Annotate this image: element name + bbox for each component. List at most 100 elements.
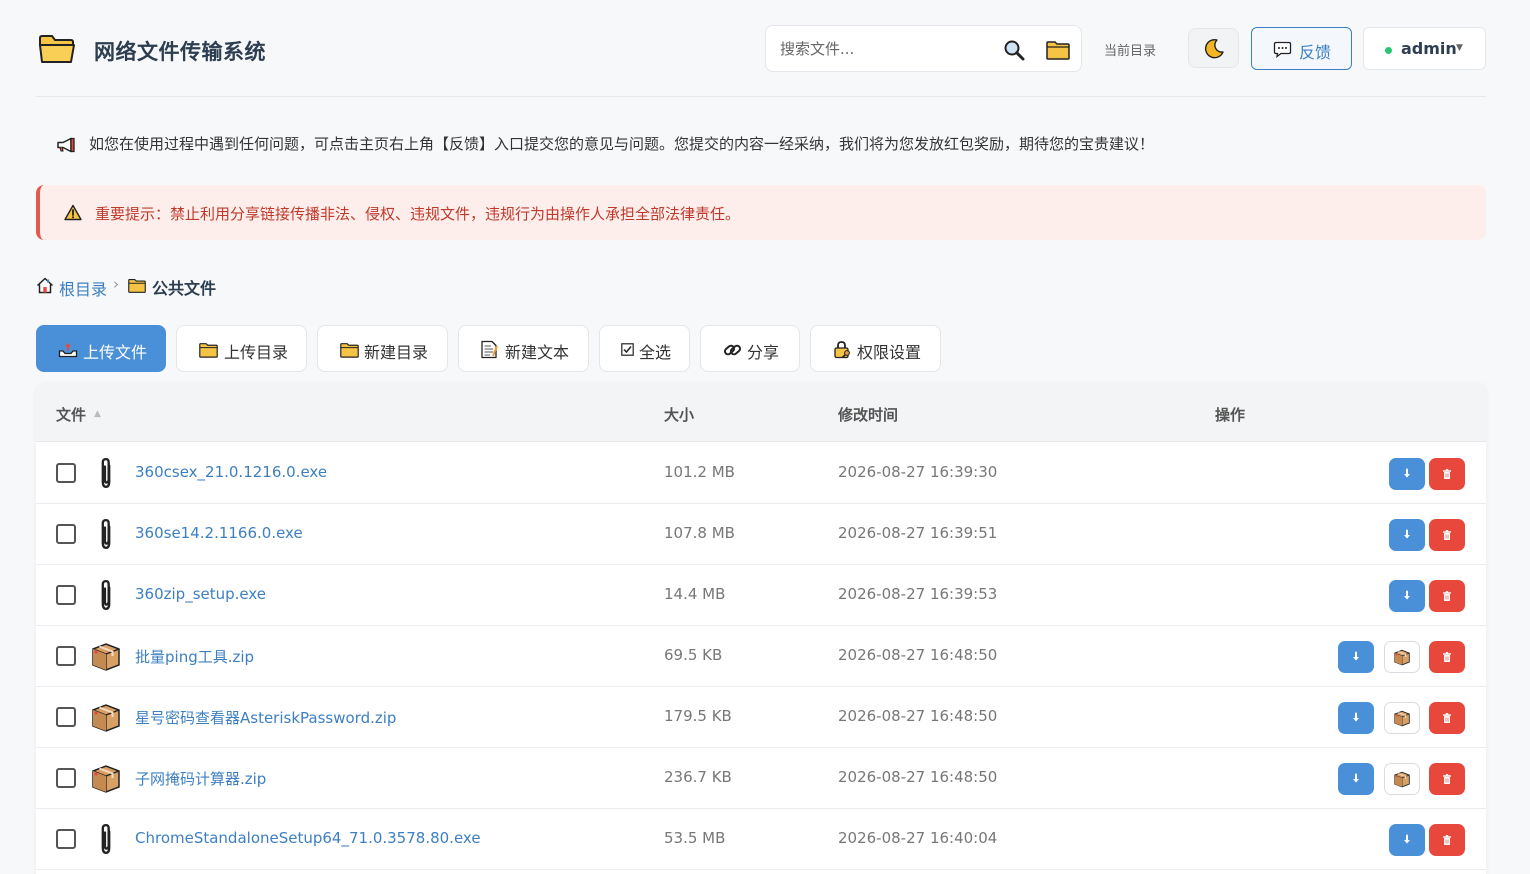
delete-button[interactable] bbox=[1429, 702, 1465, 734]
file-name-link[interactable]: 360csex_21.0.1216.0.exe bbox=[135, 463, 327, 481]
theme-toggle-button[interactable] bbox=[1188, 28, 1239, 68]
table-row: 星号密码查看器AsteriskPassword.zip 179.5 KB 202… bbox=[36, 687, 1486, 748]
download-icon bbox=[1401, 834, 1413, 846]
package-box-icon bbox=[90, 640, 122, 672]
moon-icon bbox=[1204, 38, 1224, 59]
column-header-name[interactable]: 文件 bbox=[56, 404, 86, 425]
folder-icon bbox=[340, 342, 359, 358]
trash-icon bbox=[1441, 651, 1453, 663]
file-size: 69.5 KB bbox=[664, 646, 723, 664]
file-size: 236.7 KB bbox=[664, 768, 732, 786]
download-icon bbox=[1401, 590, 1413, 602]
search-box bbox=[765, 25, 1082, 72]
folder-icon bbox=[128, 278, 146, 293]
package-box-icon bbox=[1393, 770, 1411, 788]
upload-dir-label: 上传目录 bbox=[224, 343, 289, 362]
paperclip-icon bbox=[98, 579, 114, 611]
upload-file-button[interactable]: 上传文件 bbox=[36, 325, 166, 372]
row-checkbox[interactable] bbox=[56, 585, 76, 605]
file-name-link[interactable]: 星号密码查看器AsteriskPassword.zip bbox=[135, 707, 396, 728]
download-icon bbox=[1401, 468, 1413, 480]
download-button[interactable] bbox=[1389, 519, 1425, 551]
table-row: 子网掩码计算器.zip 236.7 KB 2026-08-27 16:48:50 bbox=[36, 748, 1486, 809]
new-dir-label: 新建目录 bbox=[364, 343, 429, 362]
row-checkbox[interactable] bbox=[56, 829, 76, 849]
share-button[interactable]: 分享 bbox=[700, 325, 800, 372]
package-box-icon bbox=[90, 762, 122, 794]
table-header: 文件 ▲ 大小 修改时间 操作 bbox=[36, 383, 1486, 442]
breadcrumb-root-link[interactable]: 根目录 bbox=[59, 276, 107, 300]
download-icon bbox=[1401, 529, 1413, 541]
sort-asc-icon[interactable]: ▲ bbox=[94, 409, 101, 419]
table-row: 360zip_setup.exe 14.4 MB 2026-08-27 16:3… bbox=[36, 565, 1486, 626]
delete-button[interactable] bbox=[1429, 458, 1465, 490]
delete-button[interactable] bbox=[1429, 519, 1465, 551]
file-modified-time: 2026-08-27 16:40:04 bbox=[838, 829, 998, 847]
download-button[interactable] bbox=[1389, 458, 1425, 490]
search-icon[interactable] bbox=[1002, 38, 1026, 62]
new-dir-button[interactable]: 新建目录 bbox=[317, 325, 448, 372]
permissions-button[interactable]: 权限设置 bbox=[810, 325, 941, 372]
toolbar: 上传文件 上传目录 新建目录 新建文本 全选 分享 权限设置 bbox=[36, 325, 1036, 372]
username: admin bbox=[1401, 39, 1457, 58]
delete-button[interactable] bbox=[1429, 641, 1465, 673]
feedback-button[interactable]: 反馈 bbox=[1251, 27, 1352, 70]
download-button[interactable] bbox=[1338, 641, 1374, 673]
download-button[interactable] bbox=[1338, 763, 1374, 795]
legal-warning: 重要提示：禁止利用分享链接传播非法、侵权、违规文件，违规行为由操作人承担全部法律… bbox=[36, 185, 1486, 240]
row-checkbox[interactable] bbox=[56, 707, 76, 727]
column-header-modified[interactable]: 修改时间 bbox=[838, 404, 898, 425]
row-checkbox[interactable] bbox=[56, 768, 76, 788]
trash-icon bbox=[1441, 529, 1453, 541]
trash-icon bbox=[1441, 468, 1453, 480]
file-table: 文件 ▲ 大小 修改时间 操作 360csex_21.0.1216.0.exe … bbox=[36, 383, 1486, 874]
file-size: 101.2 MB bbox=[664, 463, 735, 481]
lock-key-icon bbox=[834, 341, 850, 359]
file-name-link[interactable]: 子网掩码计算器.zip bbox=[135, 768, 266, 789]
package-box-icon bbox=[90, 701, 122, 733]
link-icon bbox=[723, 344, 742, 356]
row-checkbox[interactable] bbox=[56, 646, 76, 666]
file-size: 53.5 MB bbox=[664, 829, 726, 847]
select-all-button[interactable]: 全选 bbox=[599, 325, 690, 372]
upload-file-label: 上传文件 bbox=[83, 343, 148, 362]
file-modified-time: 2026-08-27 16:39:30 bbox=[838, 463, 998, 481]
upload-dir-button[interactable]: 上传目录 bbox=[176, 325, 307, 372]
column-header-size[interactable]: 大小 bbox=[664, 404, 694, 425]
download-button[interactable] bbox=[1389, 824, 1425, 856]
file-name-link[interactable]: ChromeStandaloneSetup64_71.0.3578.80.exe bbox=[135, 829, 481, 847]
folder-open-icon[interactable] bbox=[1046, 39, 1070, 61]
user-menu-button[interactable]: admin ▼ bbox=[1363, 27, 1486, 70]
extract-button[interactable] bbox=[1384, 702, 1420, 734]
download-button[interactable] bbox=[1389, 580, 1425, 612]
online-status-dot bbox=[1385, 47, 1392, 54]
delete-button[interactable] bbox=[1429, 580, 1465, 612]
new-text-button[interactable]: 新建文本 bbox=[458, 325, 589, 372]
table-row: 360se14.2.1166.0.exe 107.8 MB 2026-08-27… bbox=[36, 504, 1486, 565]
file-modified-time: 2026-08-27 16:48:50 bbox=[838, 646, 998, 664]
notice-text: 如您在使用过程中遇到任何问题，可点击主页右上角【反馈】入口提交您的意见与问题。您… bbox=[89, 135, 1155, 153]
extract-button[interactable] bbox=[1384, 641, 1420, 673]
breadcrumb-separator: › bbox=[113, 275, 119, 293]
file-modified-time: 2026-08-27 16:48:50 bbox=[838, 768, 998, 786]
file-name-link[interactable]: 360zip_setup.exe bbox=[135, 585, 266, 603]
download-icon bbox=[1350, 773, 1362, 785]
extract-button[interactable] bbox=[1384, 763, 1420, 795]
delete-button[interactable] bbox=[1429, 763, 1465, 795]
warning-icon bbox=[64, 204, 82, 221]
header: 网络文件传输系统 当前目录 反馈 admin ▼ bbox=[36, 0, 1486, 97]
file-modified-time: 2026-08-27 16:39:53 bbox=[838, 585, 998, 603]
delete-button[interactable] bbox=[1429, 824, 1465, 856]
paperclip-icon bbox=[98, 457, 114, 489]
trash-icon bbox=[1441, 773, 1453, 785]
caret-down-icon: ▼ bbox=[1456, 43, 1463, 53]
search-input[interactable] bbox=[780, 38, 990, 60]
file-name-link[interactable]: 批量ping工具.zip bbox=[135, 646, 254, 667]
file-name-link[interactable]: 360se14.2.1166.0.exe bbox=[135, 524, 303, 542]
row-checkbox[interactable] bbox=[56, 524, 76, 544]
download-button[interactable] bbox=[1338, 702, 1374, 734]
row-checkbox[interactable] bbox=[56, 463, 76, 483]
column-header-actions: 操作 bbox=[1215, 406, 1246, 424]
upload-tray-icon bbox=[58, 343, 78, 358]
download-icon bbox=[1350, 712, 1362, 724]
